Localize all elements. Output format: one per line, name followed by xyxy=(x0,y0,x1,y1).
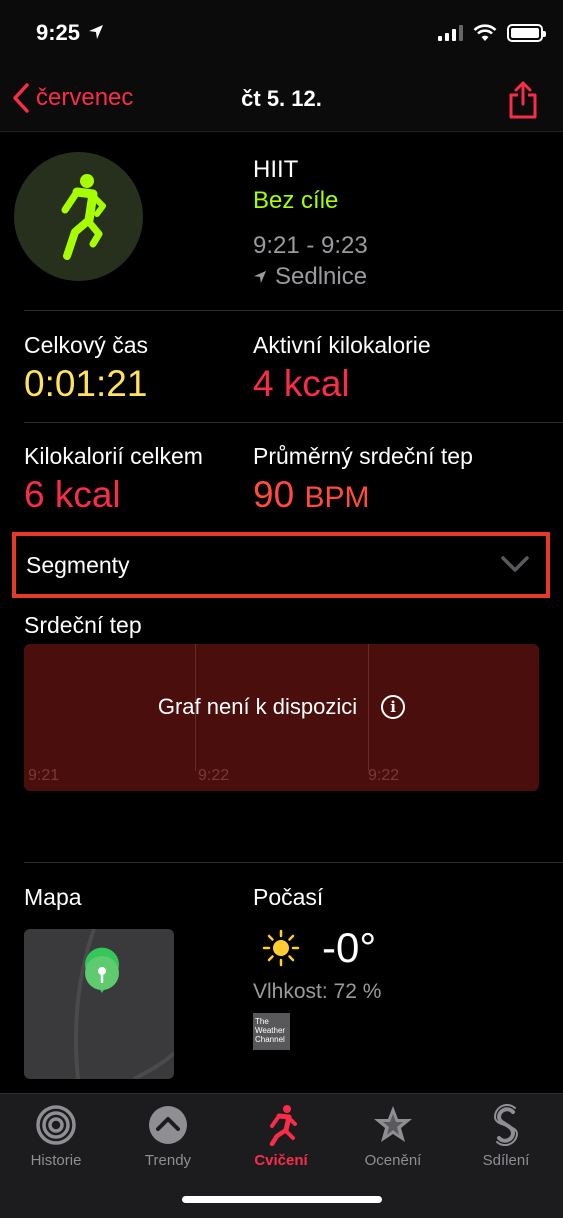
tab-historie[interactable]: Historie xyxy=(6,1104,106,1169)
status-icons xyxy=(438,24,546,42)
workout-location-text: Sedlnice xyxy=(275,263,368,290)
divider xyxy=(24,422,563,423)
chart-tick-label: 9:22 xyxy=(198,767,230,784)
workout-header: HIIT Bez cíle 9:21 - 9:23 Sedlnice xyxy=(0,132,563,308)
location-arrow-icon xyxy=(253,270,267,284)
tab-label: Sdílení xyxy=(482,1152,530,1169)
share-icon[interactable] xyxy=(507,80,539,120)
tab-label: Trendy xyxy=(144,1152,192,1169)
awards-star-icon xyxy=(374,1106,412,1142)
active-kcal-value: 4 kcal xyxy=(253,363,350,404)
divider xyxy=(24,310,563,311)
weather-summary: -0° xyxy=(262,924,376,972)
tab-label: Historie xyxy=(30,1152,82,1169)
tab-cviceni[interactable]: Cvičení xyxy=(231,1104,331,1169)
segments-label: Segmenty xyxy=(26,551,130,578)
info-icon[interactable]: i xyxy=(381,695,406,719)
workout-type-badge xyxy=(14,152,143,281)
divider xyxy=(24,862,563,863)
trends-chevron-icon xyxy=(149,1106,187,1144)
hiit-runner-icon xyxy=(61,173,106,260)
workout-goal: Bez cíle xyxy=(253,187,339,214)
avg-heart-rate-unit: BPM xyxy=(304,481,370,514)
weather-channel-logo: The Weather Channel xyxy=(253,1013,290,1050)
workout-location: Sedlnice xyxy=(253,263,367,291)
avg-heart-rate-value: 90 BPM xyxy=(253,474,369,516)
tab-oceneni[interactable]: Ocenění xyxy=(343,1104,443,1169)
chart-unavailable-text: Graf není k dispozici xyxy=(157,694,358,719)
map-roads xyxy=(73,929,174,1079)
chevron-down-icon xyxy=(501,556,529,572)
sun-icon xyxy=(262,929,300,967)
navigation-bar: červenec čt 5. 12. xyxy=(0,70,563,132)
cellular-signal-icon xyxy=(438,25,463,41)
tab-label: Cvičení xyxy=(254,1152,308,1169)
page-title: čt 5. 12. xyxy=(241,86,322,111)
history-ring-icon xyxy=(36,1105,76,1145)
tab-label: Ocenění xyxy=(364,1152,422,1169)
total-time-label: Celkový čas xyxy=(24,332,148,358)
heart-rate-label: Srdeční tep xyxy=(24,612,142,638)
status-time: 9:25 xyxy=(36,20,81,45)
chart-unavailable-message: Graf není k dispozici i xyxy=(24,694,539,720)
avg-heart-rate-number: 90 xyxy=(253,474,295,515)
battery-icon xyxy=(507,24,546,42)
chart-tick-label: 9:21 xyxy=(28,767,60,784)
map-pin-icon xyxy=(85,947,119,993)
workout-type: HIIT xyxy=(253,156,299,183)
workout-time-range: 9:21 - 9:23 xyxy=(253,232,368,259)
map-thumbnail[interactable] xyxy=(24,929,174,1079)
status-bar: 9:25 xyxy=(0,0,563,70)
tab-trendy[interactable]: Trendy xyxy=(118,1104,218,1169)
chart-tick-label: 9:22 xyxy=(368,767,400,784)
segments-row[interactable]: Segmenty xyxy=(12,532,550,598)
total-time-value: 0:01:21 xyxy=(24,363,148,404)
humidity: Vlhkost: 72 % xyxy=(253,980,382,1003)
temperature: -0° xyxy=(322,924,377,971)
weather-label: Počasí xyxy=(253,884,324,910)
tab-sdileni[interactable]: Sdílení xyxy=(456,1104,556,1169)
location-arrow-icon xyxy=(89,25,103,39)
home-indicator[interactable] xyxy=(182,1196,382,1203)
total-kcal-label: Kilokalorií celkem xyxy=(24,443,203,469)
heart-rate-chart: Graf není k dispozici i 9:21 9:22 9:22 xyxy=(24,644,539,791)
active-kcal-label: Aktivní kilokalorie xyxy=(253,332,431,358)
map-label: Mapa xyxy=(24,884,82,910)
wifi-icon xyxy=(473,24,497,41)
total-kcal-value: 6 kcal xyxy=(24,474,121,515)
sharing-icon xyxy=(493,1104,519,1146)
workout-runner-icon xyxy=(269,1105,297,1146)
avg-heart-rate-label: Průměrný srdeční tep xyxy=(253,443,473,469)
